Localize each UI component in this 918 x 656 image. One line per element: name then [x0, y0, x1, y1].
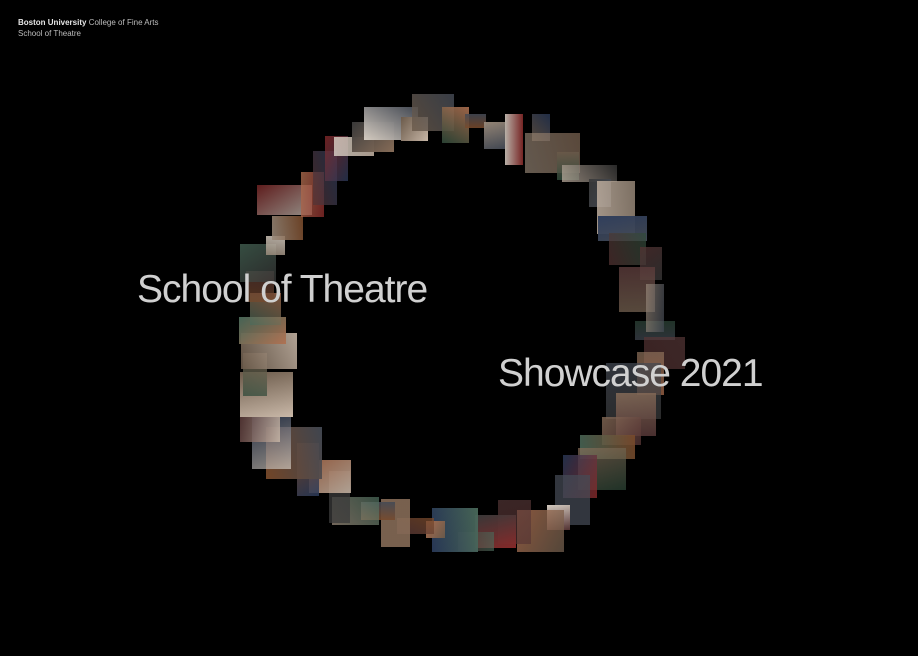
photo-tile [504, 113, 523, 165]
photo-tile [271, 216, 303, 241]
photo-collage-ring [0, 0, 918, 656]
photo-tile [483, 122, 505, 150]
hero-title-line-1: School of Theatre [137, 268, 428, 311]
hero-title-line-2: Showcase 2021 [498, 352, 764, 395]
photo-tile [646, 283, 665, 332]
